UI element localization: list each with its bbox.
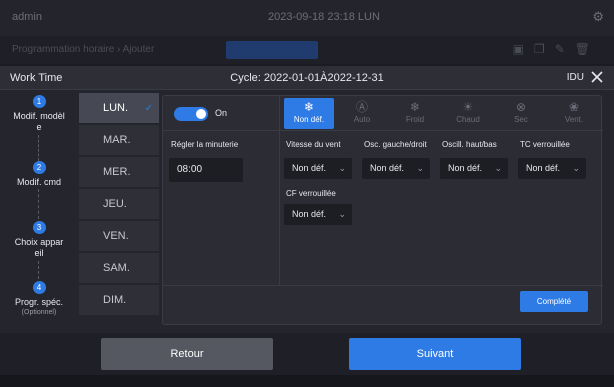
background-topbar: admin 2023-09-18 23:18 LUN ⚙ [0,0,614,36]
cycle-range: Cycle: 2022-01-01À2022-12-31 [230,72,384,84]
divider [279,96,280,285]
step-number: 3 [32,221,46,234]
complete-button[interactable]: Complété [520,291,588,312]
mode-non-def[interactable]: ❄ Non déf. [284,98,334,129]
modal-header: Work Time Cycle: 2022-01-01À2022-12-31 I… [0,66,614,90]
step-label: Modif. cmd [16,177,61,187]
select-value: Non déf. [292,163,327,173]
background-subbar: Programmation horaire › Ajouter ▣❐✎🗑 [0,36,614,64]
day-item-mer[interactable]: MER. [79,157,159,188]
tc-lock-select[interactable]: Non déf. ⌄ [518,158,586,179]
mode-chaud[interactable]: ☀ Chaud [443,98,493,129]
check-icon: ✓ [144,103,153,114]
step-label: Modif. modèl e [13,111,65,132]
divider [163,285,603,286]
mode-froid[interactable]: ❄ Froid [390,98,440,129]
step-number: 1 [32,95,46,108]
select-value: Non déf. [526,163,561,173]
toggle-knob [196,109,206,119]
toggle-label: On [215,108,228,118]
timer-label: Régler la minuterie [171,140,239,149]
day-label: MER. [103,166,131,178]
swing-ud-label: Oscill. haut/bas [442,140,497,149]
background-datetime: 2023-09-18 23:18 LUN [268,11,380,23]
mode-label: Auto [353,115,371,124]
mode-selector: ❄ Non déf. Ⓐ Auto ❄ Froid ☀ Chaud ⊗ Sec … [284,98,600,129]
step-label: Progr. spéc. [14,297,64,307]
background-link: Programmation horaire › Ajouter [12,44,155,55]
day-label: DIM. [103,294,127,306]
snowflake-icon: ❄ [303,100,315,114]
day-label: JEU. [103,198,127,210]
mode-label: Sec [514,115,528,124]
gear-icon: ⚙ [592,9,604,24]
back-button[interactable]: Retour [101,338,273,370]
chevron-down-icon: ⌄ [572,163,580,173]
chevron-down-icon: ⌄ [494,163,502,173]
auto-icon: Ⓐ [355,100,368,114]
fan-icon: ❀ [568,100,580,114]
idu-label: IDU [566,72,584,83]
day-label: MAR. [103,134,131,146]
timer-input[interactable]: 08:00 [169,158,243,182]
background-toolbar-icons: ▣❐✎🗑 [512,42,600,56]
step-number: 2 [32,161,46,174]
cf-lock-select[interactable]: Non déf. ⌄ [284,204,352,225]
step-connector [38,189,39,219]
modal-footer [0,333,614,375]
step-number: 4 [32,281,46,294]
day-label: LUN. [103,102,129,114]
step-connector [38,261,39,279]
step-sublabel: (Optionnel) [21,309,57,316]
background-user: admin [12,11,42,23]
background-active-tab [226,41,318,59]
swing-ud-select[interactable]: Non déf. ⌄ [440,158,508,179]
swing-lr-label: Osc. gauche/droit [364,140,427,149]
day-list: LUN. ✓ MAR. MER. JEU. VEN. SAM. DIM. [79,93,159,331]
chevron-down-icon: ⌄ [416,163,424,173]
next-button[interactable]: Suivant [349,338,521,370]
dry-icon: ⊗ [515,100,527,114]
step-2: 2 Modif. cmd [0,161,78,188]
mode-label: Vent. [564,115,584,124]
day-item-jeu[interactable]: JEU. [79,189,159,220]
mode-label: Chaud [456,115,480,124]
day-item-ven[interactable]: VEN. [79,221,159,252]
day-item-mar[interactable]: MAR. [79,125,159,156]
tc-lock-label: TC verrouillée [520,140,570,149]
work-time-modal: Work Time Cycle: 2022-01-01À2022-12-31 I… [0,66,614,375]
step-1: 1 Modif. modèl e [0,95,78,133]
chevron-down-icon: ⌄ [338,163,346,173]
step-connector [38,135,39,161]
day-item-sam[interactable]: SAM. [79,253,159,284]
sun-icon: ☀ [462,100,474,114]
step-4: 4 Progr. spéc. (Optionnel) [0,281,78,317]
mode-label: Froid [405,115,425,124]
select-value: Non déf. [448,163,483,173]
step-label: Choix appar eil [14,237,64,258]
background-bottom [0,375,614,387]
cf-lock-label: CF verrouillée [286,189,336,198]
mode-vent[interactable]: ❀ Vent. [549,98,599,129]
on-off-toggle[interactable] [174,107,208,121]
close-icon[interactable] [588,68,606,86]
swing-lr-select[interactable]: Non déf. ⌄ [362,158,430,179]
cool-icon: ❄ [409,100,421,114]
day-item-lun[interactable]: LUN. ✓ [79,93,159,124]
divider [163,130,603,131]
select-value: Non déf. [370,163,405,173]
select-value: Non déf. [292,209,327,219]
step-3: 3 Choix appar eil [0,221,78,259]
fan-speed-label: Vitesse du vent [286,140,341,149]
day-label: VEN. [103,230,129,242]
day-item-dim[interactable]: DIM. [79,285,159,316]
day-label: SAM. [103,262,130,274]
chevron-down-icon: ⌄ [338,209,346,219]
fan-speed-select[interactable]: Non déf. ⌄ [284,158,352,179]
wizard-steps: 1 Modif. modèl e 2 Modif. cmd 3 Choix ap… [0,91,78,331]
mode-auto[interactable]: Ⓐ Auto [337,98,387,129]
mode-sec[interactable]: ⊗ Sec [496,98,546,129]
mode-label: Non déf. [293,115,325,124]
